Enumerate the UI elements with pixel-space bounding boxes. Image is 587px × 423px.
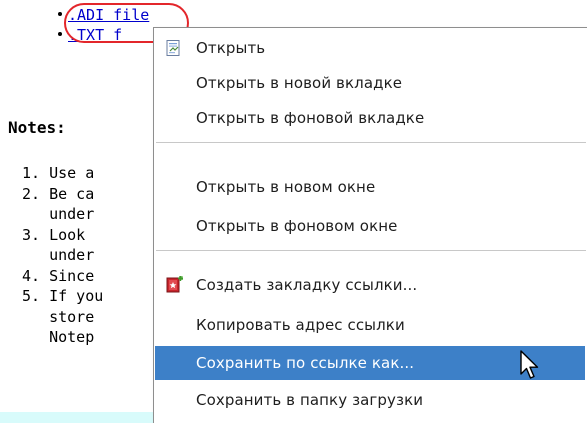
page-footer-strip xyxy=(0,412,160,423)
menu-item-label: Открыть в новом окне xyxy=(196,178,376,196)
notes-line: 3. Look xyxy=(22,225,95,244)
menu-item-label: Сохранить в папку загрузки xyxy=(196,391,424,409)
bullet xyxy=(58,11,62,16)
open-page-icon xyxy=(166,40,180,56)
menu-item-label: Создать закладку ссылки... xyxy=(196,276,418,294)
notes-line: under xyxy=(22,205,95,223)
menu-item-open-background-tab[interactable]: Открыть в фоновой вкладке xyxy=(155,101,585,135)
menu-item-open-new-tab[interactable]: Открыть в новой вкладке xyxy=(155,66,585,100)
menu-item-label: Открыть в фоновой вкладке xyxy=(196,109,425,127)
menu-item-open-new-window[interactable]: Открыть в новом окне xyxy=(155,170,585,204)
menu-item-open[interactable]: Открыть xyxy=(155,31,585,65)
mouse-pointer-icon xyxy=(520,350,539,379)
notes-list: 1. Use a 2. Be ca under 3. Look under 4.… xyxy=(22,163,103,348)
bullet xyxy=(58,31,62,36)
notes-line: 2. Be ca xyxy=(22,184,95,203)
menu-item-save-to-downloads[interactable]: Сохранить в папку загрузки xyxy=(155,383,585,417)
menu-item-bookmark-link[interactable]: Создать закладку ссылки... xyxy=(155,268,585,302)
notes-line: 4. Since xyxy=(22,266,95,285)
menu-item-label: Копировать адрес ссылки xyxy=(196,316,405,334)
menu-item-copy-link-address[interactable]: Копировать адрес ссылки xyxy=(155,308,585,342)
menu-item-label: Сохранить по ссылке как... xyxy=(196,354,415,372)
menu-item-open-background-window[interactable]: Открыть в фоновом окне xyxy=(155,209,585,243)
notes-heading: Notes: xyxy=(8,118,66,137)
notes-line: store xyxy=(22,307,95,326)
notes-line: 1. Use a xyxy=(22,164,95,182)
bookmark-icon xyxy=(166,276,183,293)
notes-line: Notep xyxy=(22,328,95,346)
notes-line: under xyxy=(22,246,95,264)
menu-item-label: Открыть в новой вкладке xyxy=(196,74,403,92)
menu-separator xyxy=(156,142,586,143)
menu-item-label: Открыть xyxy=(196,39,266,57)
notes-line: 5. If you xyxy=(22,287,104,305)
menu-item-label: Открыть в фоновом окне xyxy=(196,217,398,235)
menu-separator xyxy=(156,250,586,251)
